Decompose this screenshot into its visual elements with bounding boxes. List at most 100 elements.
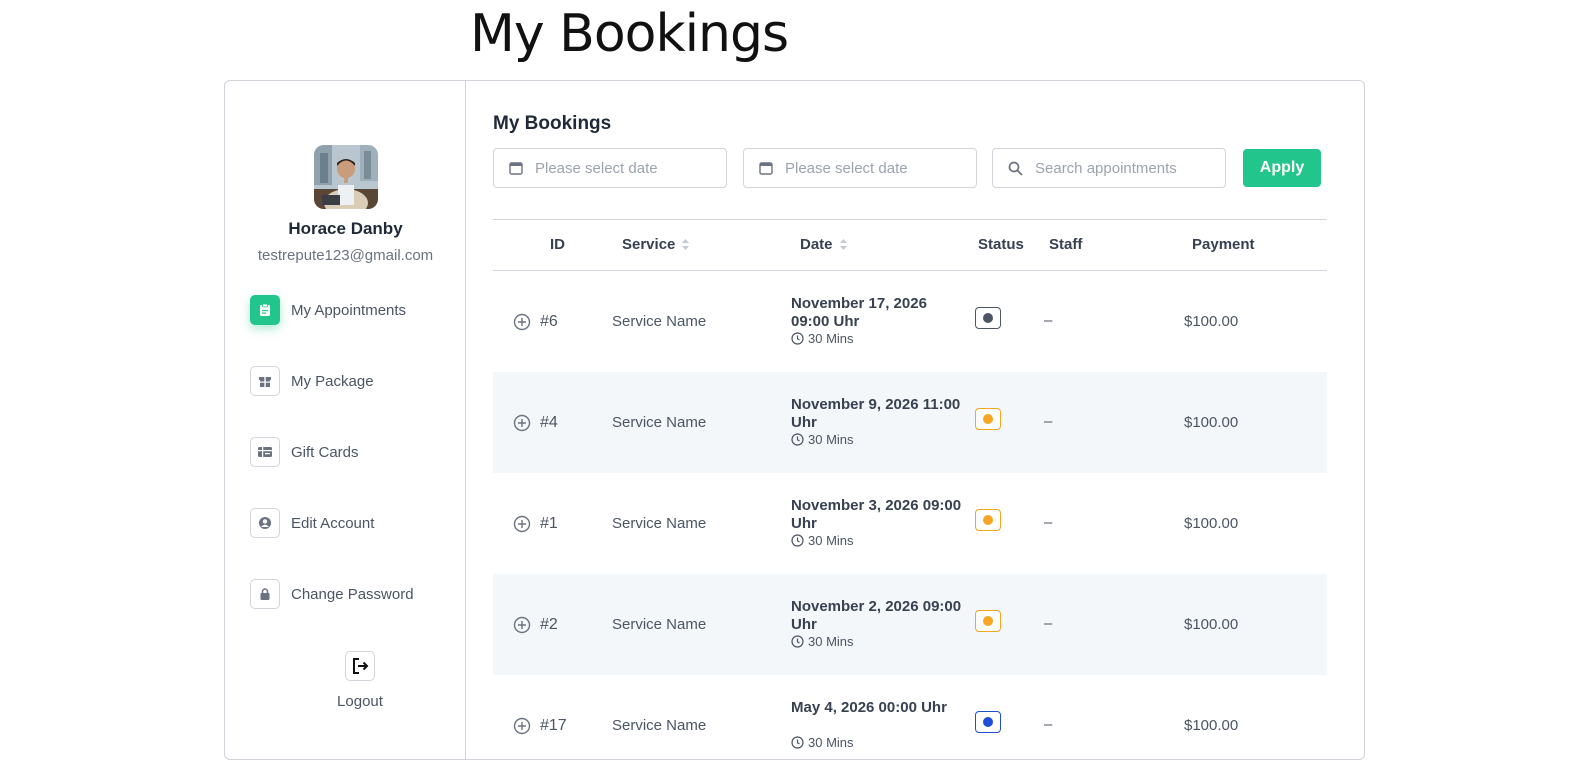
booking-date: November 17, 2026 09:00 Uhr <box>791 295 927 330</box>
service-name: Service Name <box>612 414 707 431</box>
user-email: testrepute123@gmail.com <box>257 247 434 264</box>
duration-label: 30 Mins <box>808 634 854 649</box>
logout-button[interactable]: Logout <box>320 651 400 710</box>
page-title: My Bookings <box>470 4 789 64</box>
table-header: ID Service Date Status Staff Payment <box>493 219 1327 271</box>
payment-amount: $100.00 <box>1184 414 1239 431</box>
duration-label: 30 Mins <box>808 432 854 447</box>
sidebar-item-label: My Appointments <box>291 301 407 319</box>
header-service-label: Service <box>622 236 676 253</box>
booking-date: November 9, 2026 11:00 Uhr <box>791 396 961 431</box>
sort-icon <box>839 239 847 250</box>
sidebar-item-gift-cards[interactable]: Gift Cards <box>250 436 359 468</box>
service-name: Service Name <box>612 313 707 330</box>
status-dot <box>983 313 993 323</box>
header-status: Status <box>978 236 1024 253</box>
service-name: Service Name <box>612 616 707 633</box>
booking-duration: 30 Mins <box>791 331 854 346</box>
clock-icon <box>791 332 804 345</box>
booking-duration: 30 Mins <box>791 634 854 649</box>
gift-card-icon <box>250 437 280 467</box>
booking-duration: 30 Mins <box>791 735 854 750</box>
sidebar-item-change-password[interactable]: Change Password <box>250 578 414 610</box>
staff-name: – <box>1044 514 1053 531</box>
account-card: Horace Danby testrepute123@gmail.com My … <box>224 80 1365 760</box>
bookings-table: ID Service Date Status Staff Payment #6 S… <box>493 219 1327 776</box>
table-row[interactable]: #4 Service Name November 9, 2026 11:00 Uhr… <box>493 372 1327 473</box>
lock-icon <box>250 579 280 609</box>
payment-amount: $100.00 <box>1184 313 1239 330</box>
sidebar-item-my-package[interactable]: My Package <box>250 365 374 397</box>
sidebar-item-label: Gift Cards <box>291 443 359 461</box>
staff-name: – <box>1044 312 1053 329</box>
gift-icon <box>250 366 280 396</box>
header-id: ID <box>550 236 565 253</box>
status-dot <box>983 616 993 626</box>
section-title: My Bookings <box>493 113 612 134</box>
booking-duration: 30 Mins <box>791 432 854 447</box>
staff-name: – <box>1044 615 1053 632</box>
expand-icon[interactable] <box>513 414 531 432</box>
clipboard-icon <box>250 295 280 325</box>
status-dot <box>983 515 993 525</box>
header-date[interactable]: Date <box>800 236 848 253</box>
header-payment: Payment <box>1192 236 1255 253</box>
search-field[interactable] <box>992 148 1226 188</box>
sidebar: Horace Danby testrepute123@gmail.com My … <box>225 81 466 759</box>
payment-amount: $100.00 <box>1184 515 1239 532</box>
sidebar-item-edit-account[interactable]: Edit Account <box>250 507 374 539</box>
expand-icon[interactable] <box>513 616 531 634</box>
clock-icon <box>791 635 804 648</box>
payment-amount: $100.00 <box>1184 616 1239 633</box>
status-badge[interactable] <box>975 711 1001 733</box>
expand-icon[interactable] <box>513 313 531 331</box>
status-badge[interactable] <box>975 509 1001 531</box>
logout-icon <box>345 651 375 681</box>
apply-button[interactable]: Apply <box>1243 149 1321 187</box>
expand-icon[interactable] <box>513 717 531 735</box>
sidebar-item-label: Change Password <box>291 585 414 603</box>
booking-id: #17 <box>540 717 567 734</box>
clock-icon <box>791 736 804 749</box>
avatar <box>314 145 378 209</box>
service-name: Service Name <box>612 515 707 532</box>
calendar-icon <box>509 162 523 175</box>
duration-label: 30 Mins <box>808 735 854 750</box>
logout-label: Logout <box>337 693 383 710</box>
end-date-field[interactable] <box>743 148 977 188</box>
calendar-icon <box>759 162 773 175</box>
table-row[interactable]: #1 Service Name November 3, 2026 09:00 Uhr… <box>493 473 1327 574</box>
sidebar-item-my-appointments[interactable]: My Appointments <box>250 294 406 326</box>
clock-icon <box>791 433 804 446</box>
booking-date: May 4, 2026 00:00 Uhr <box>791 699 947 716</box>
sort-icon <box>682 239 690 250</box>
booking-id: #2 <box>540 616 558 633</box>
clock-icon <box>791 534 804 547</box>
status-badge[interactable] <box>975 307 1001 329</box>
sidebar-item-label: My Package <box>291 372 374 390</box>
search-input[interactable] <box>1033 158 1207 178</box>
duration-label: 30 Mins <box>808 533 854 548</box>
sidebar-item-label: Edit Account <box>291 514 375 532</box>
status-dot <box>983 414 993 424</box>
header-service[interactable]: Service <box>622 236 690 253</box>
booking-id: #6 <box>540 313 558 330</box>
end-date-input[interactable] <box>783 158 957 178</box>
main-content: My Bookings Apply ID Service Date <box>466 81 1364 759</box>
staff-name: – <box>1044 716 1053 733</box>
table-row[interactable]: #2 Service Name November 2, 2026 09:00 Uhr… <box>493 574 1327 675</box>
user-circle-icon <box>250 508 280 538</box>
table-row[interactable]: #6 Service Name November 17, 2026 09:00 Uh… <box>493 271 1327 372</box>
booking-duration: 30 Mins <box>791 533 854 548</box>
status-badge[interactable] <box>975 610 1001 632</box>
start-date-field[interactable] <box>493 148 727 188</box>
booking-id: #1 <box>540 515 558 532</box>
search-icon <box>1008 161 1023 176</box>
booking-date: November 3, 2026 09:00 Uhr <box>791 497 962 532</box>
header-staff: Staff <box>1049 236 1083 253</box>
start-date-input[interactable] <box>533 158 707 178</box>
booking-id: #4 <box>540 414 558 431</box>
status-badge[interactable] <box>975 408 1001 430</box>
user-name: Horace Danby <box>288 219 403 238</box>
expand-icon[interactable] <box>513 515 531 533</box>
